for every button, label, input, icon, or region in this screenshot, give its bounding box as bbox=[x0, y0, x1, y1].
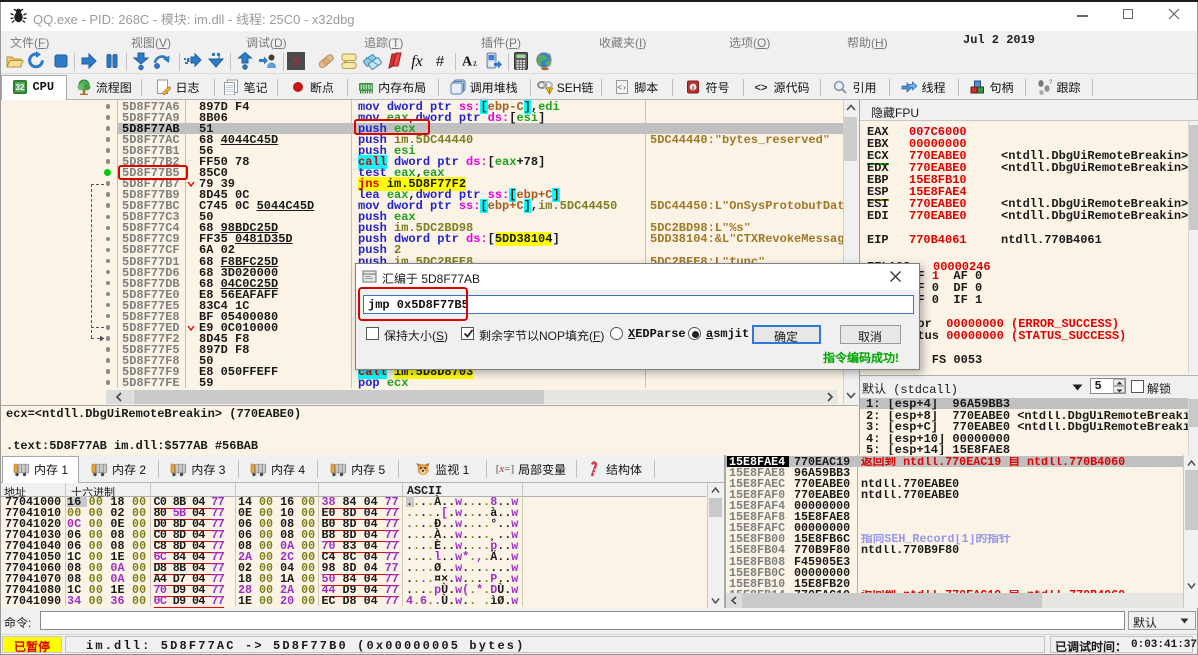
svg-text:#: # bbox=[436, 53, 445, 70]
svg-text:z: z bbox=[473, 58, 477, 68]
svg-text:<›: <› bbox=[617, 84, 627, 93]
svg-text:32: 32 bbox=[16, 83, 25, 92]
svg-text:?: ? bbox=[1049, 80, 1052, 86]
svg-text:A: A bbox=[462, 55, 473, 70]
svg-text:fx: fx bbox=[411, 53, 423, 70]
svg-text:S: S bbox=[292, 54, 299, 69]
svg-text:<>: <> bbox=[755, 82, 768, 94]
